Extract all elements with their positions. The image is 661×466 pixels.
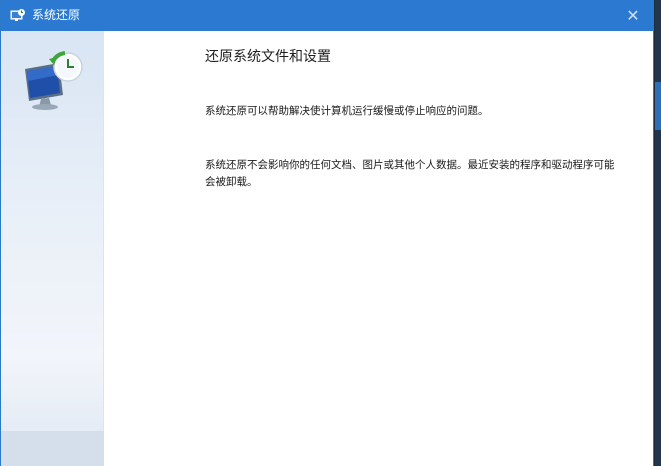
system-restore-window: 系统还原 ✕ 还原系统文件和设置 系统还原可以帮助解决使计算机运行缓慢或停止响应…	[0, 0, 654, 466]
page-title: 还原系统文件和设置	[205, 49, 331, 65]
desktop-accent	[655, 82, 661, 130]
close-icon: ✕	[626, 6, 640, 25]
system-restore-monitor-clock-icon	[25, 51, 83, 110]
system-restore-icon	[10, 8, 25, 21]
title-bar[interactable]: 系统还原 ✕	[1, 0, 653, 31]
sidebar-footer	[1, 431, 104, 466]
close-button[interactable]: ✕	[613, 0, 653, 31]
sidebar-panel	[1, 31, 104, 466]
description-paragraph-2: 系统还原不会影响你的任何文档、图片或其他个人数据。最近安装的程序和驱动程序可能会…	[205, 159, 615, 188]
window-title: 系统还原	[32, 8, 81, 22]
description-paragraph-1: 系统还原可以帮助解决使计算机运行缓慢或停止响应的问题。	[205, 105, 489, 117]
desktop-background-edge	[655, 0, 661, 466]
